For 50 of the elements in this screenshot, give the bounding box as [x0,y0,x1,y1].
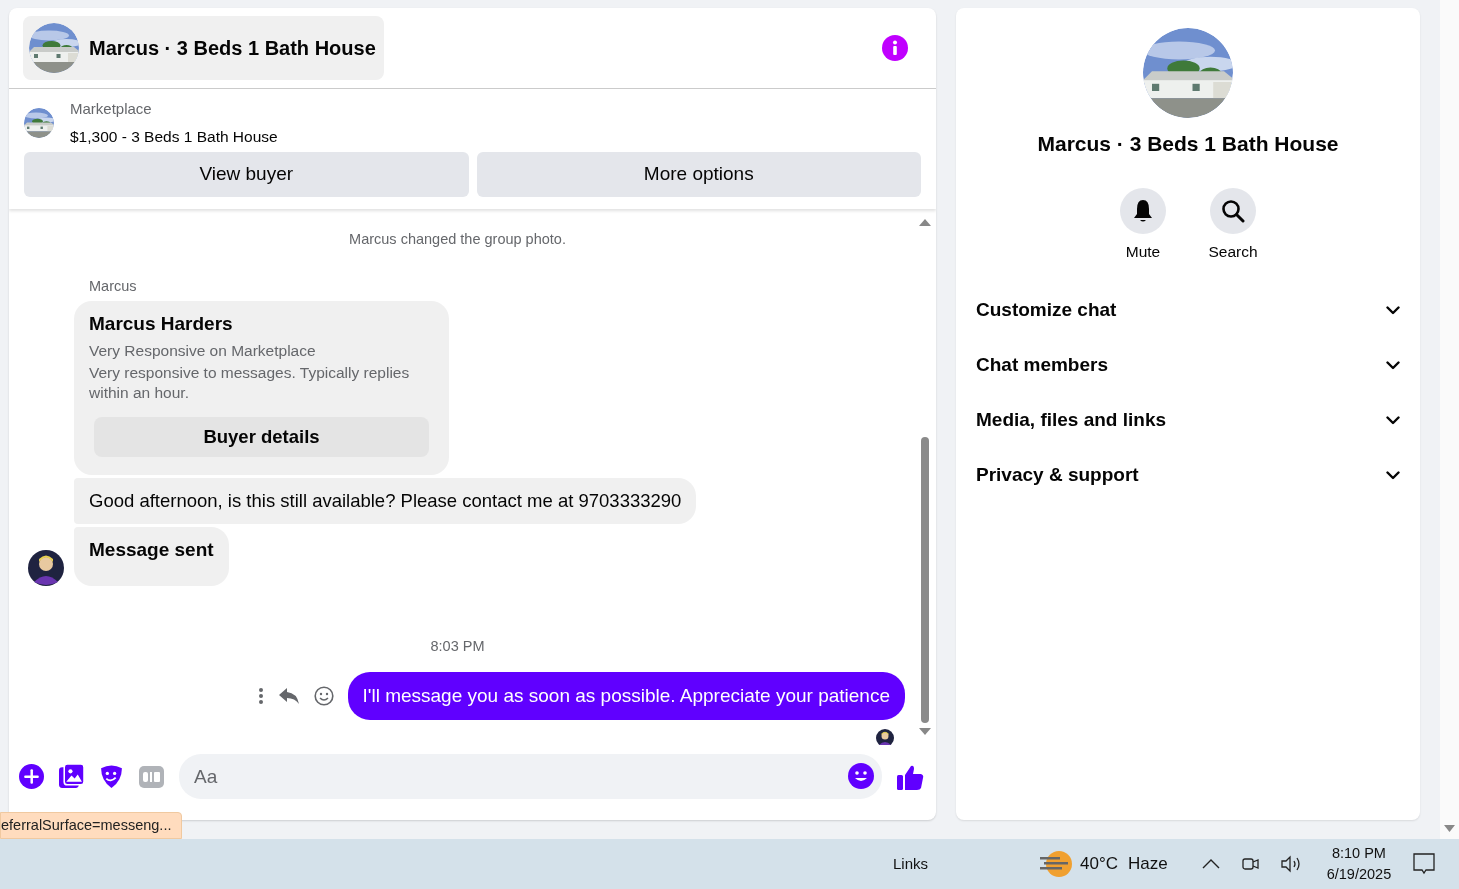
section-row[interactable]: Privacy & support [956,447,1420,503]
timestamp: 8:03 PM [429,637,486,656]
message-bubble: I'll message you as soon as possible. Appreciate your patience [347,671,905,721]
search-button[interactable] [1210,187,1256,234]
like-icon[interactable] [897,763,924,790]
emoji-icon[interactable] [848,763,874,789]
buyer-info: Very Responsive on Marketplace [89,340,317,361]
photo-icon[interactable] [59,764,84,789]
message-input[interactable]: Aa [179,754,882,799]
action-label: Mute [1125,241,1161,262]
clock-date[interactable]: 6/19/2025 [1326,864,1392,885]
more-icon[interactable] [257,687,264,705]
status-url: eferralSurface=messeng... [0,812,183,839]
listing-button[interactable]: View buyer [24,151,469,197]
info-icon[interactable] [882,35,908,61]
search-icon [1221,198,1245,223]
sender-name: Marcus [89,276,137,296]
buyer-details-button[interactable]: Buyer details [94,416,429,457]
weather-temperature[interactable]: 40°C [1080,851,1118,877]
buyer-name: Marcus Harders [89,312,234,337]
message-bubble: Message sent [74,526,229,586]
reply-icon[interactable] [277,687,300,705]
mute-button[interactable] [1120,187,1166,234]
weather-condition[interactable]: Haze [1128,851,1168,877]
section-row[interactable]: Customize chat [956,282,1420,338]
avatar-icon [28,550,64,586]
listing-title: $1,300 - 3 Beds 1 Bath House [70,126,278,147]
scroll-down-arrow-icon[interactable] [1444,825,1455,832]
buyer-info: Very responsive to messages. Typically replies within an hour. [89,362,411,403]
section-row[interactable]: Chat members [956,337,1420,393]
action-label: Search [1208,241,1258,262]
emoji-icon[interactable] [313,686,334,706]
message-bubble: Good afternoon, is this still available? Please contact me at 9703333290 [74,477,697,524]
chevron-up-icon[interactable] [1201,859,1220,869]
sticker-icon[interactable] [99,764,124,789]
section-row[interactable]: Media, files and links [956,392,1420,448]
weather-icon[interactable] [1040,850,1073,878]
plus-icon[interactable] [19,764,44,789]
taskbar-links[interactable]: Links [893,852,929,876]
notification-icon[interactable] [1413,853,1436,875]
chat-title[interactable]: Marcus · 3 Beds 1 Bath House [23,16,384,80]
clock-time[interactable]: 8:10 PM [1331,843,1386,864]
speaker-icon[interactable] [1280,855,1303,873]
listing-button[interactable]: More options [476,151,921,197]
camera-icon[interactable] [1241,855,1259,873]
event-text: Marcus changed the group photo. [348,229,567,249]
group-name: Marcus · 3 Beds 1 Bath House [1037,131,1339,157]
bell-icon [1132,198,1154,223]
listing-source: Marketplace [70,99,153,119]
read-receipt-icon [876,729,894,745]
